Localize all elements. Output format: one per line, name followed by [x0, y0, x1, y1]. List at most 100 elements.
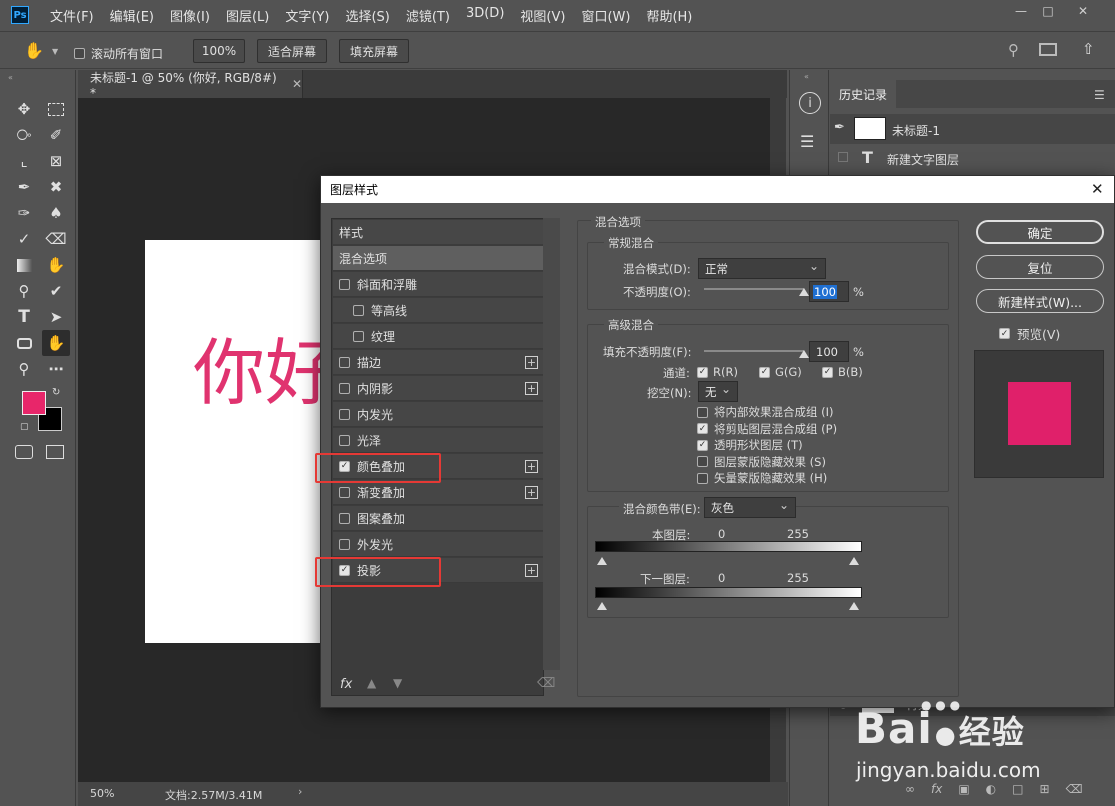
- link-layers-icon[interactable]: ∞: [905, 782, 915, 796]
- step-source-box[interactable]: [838, 152, 848, 162]
- info-panel-icon[interactable]: i: [799, 92, 821, 114]
- advanced-option-checkbox-1[interactable]: ✓: [697, 423, 708, 434]
- close-window-icon[interactable]: ✕: [1068, 0, 1098, 22]
- hand-tool-icon[interactable]: ✋: [42, 330, 70, 356]
- search-icon[interactable]: ⚲: [1008, 41, 1019, 59]
- quick-mask-icon[interactable]: [15, 445, 33, 459]
- hand-tool-icon[interactable]: ✋: [24, 41, 44, 60]
- add-effect-instance-icon[interactable]: +: [525, 486, 538, 499]
- style-row-5[interactable]: 内阴影 +: [333, 376, 543, 401]
- blend-mode-select[interactable]: 正常: [698, 258, 826, 279]
- document-tab[interactable]: 未标题-1 @ 50% (你好, RGB/8#) * ✕: [78, 70, 303, 100]
- advanced-option-checkbox-0[interactable]: [697, 406, 708, 418]
- gradient-tool-icon[interactable]: [12, 254, 36, 276]
- advanced-option-1[interactable]: ✓ 将剪贴图层混合成组 (P): [697, 421, 837, 437]
- style-checkbox-9[interactable]: [339, 486, 350, 498]
- opacity-input[interactable]: 100: [809, 281, 849, 302]
- channel-g-checkbox[interactable]: ✓: [759, 366, 770, 378]
- clone-stamp-tool-icon[interactable]: ♠: [44, 202, 68, 224]
- close-tab-icon[interactable]: ✕: [292, 77, 302, 91]
- maximize-icon[interactable]: □: [1033, 0, 1063, 22]
- menu-item-1[interactable]: 编辑(E): [102, 6, 162, 25]
- style-row-0[interactable]: 混合选项: [333, 246, 543, 271]
- blend-if-select[interactable]: 灰色: [704, 497, 796, 518]
- style-row-2[interactable]: 等高线: [333, 298, 543, 323]
- this-layer-gradient-bar[interactable]: [595, 541, 862, 552]
- screen-mode-icon[interactable]: [46, 445, 64, 459]
- advanced-option-checkbox-3[interactable]: [697, 456, 708, 467]
- fx-icon[interactable]: fx: [931, 782, 942, 796]
- crop-tool-icon[interactable]: ⌞: [12, 150, 36, 172]
- workspace-icon[interactable]: [1039, 43, 1057, 56]
- menu-item-0[interactable]: 文件(F): [42, 6, 102, 25]
- knockout-select[interactable]: 无: [698, 381, 738, 402]
- reset-button[interactable]: 复位: [976, 255, 1104, 279]
- style-row-3[interactable]: 纹理: [333, 324, 543, 349]
- style-checkbox-2[interactable]: [353, 304, 364, 316]
- rectangle-tool-icon[interactable]: [12, 332, 36, 354]
- advanced-option-checkbox-4[interactable]: [697, 472, 708, 484]
- eyedropper-tool-icon[interactable]: ✒: [12, 176, 36, 198]
- menu-item-9[interactable]: 窗口(W): [573, 6, 638, 25]
- tool-preset-chevron-icon[interactable]: ▼: [52, 47, 58, 56]
- advanced-option-3[interactable]: 图层蒙版隐藏效果 (S): [697, 454, 826, 470]
- eraser-tool-icon[interactable]: ⌫: [44, 228, 68, 250]
- menu-item-7[interactable]: 3D(D): [458, 6, 512, 25]
- group-icon[interactable]: □: [1012, 782, 1023, 796]
- menu-item-2[interactable]: 图像(I): [162, 6, 218, 25]
- advanced-option-checkbox-2[interactable]: ✓: [697, 439, 708, 451]
- new-style-button[interactable]: 新建样式(W)...: [976, 289, 1104, 313]
- share-icon[interactable]: ⇧: [1082, 40, 1095, 58]
- style-checkbox-7[interactable]: [339, 434, 350, 446]
- style-row-11[interactable]: 外发光: [333, 532, 543, 557]
- delete-effect-icon[interactable]: ⌫: [537, 676, 555, 691]
- scroll-all-windows-option[interactable]: 滚动所有窗口: [74, 45, 163, 62]
- advanced-option-4[interactable]: 矢量蒙版隐藏效果 (H): [697, 470, 827, 486]
- style-checkbox-4[interactable]: [339, 356, 350, 368]
- style-checkbox-6[interactable]: [339, 408, 350, 420]
- menu-item-6[interactable]: 滤镜(T): [398, 6, 458, 25]
- history-brush-source-icon[interactable]: ✒: [834, 120, 845, 135]
- move-tool-icon[interactable]: ✥: [12, 98, 36, 120]
- add-effect-instance-icon[interactable]: +: [525, 356, 538, 369]
- channel-r[interactable]: ✓ R(R): [697, 365, 738, 379]
- dodge-tool-icon[interactable]: ⚲: [12, 280, 36, 302]
- smudge-tool-icon[interactable]: ✋: [44, 254, 68, 276]
- style-row-1[interactable]: 斜面和浮雕: [333, 272, 543, 297]
- preview-checkbox[interactable]: ✓: [999, 328, 1010, 339]
- channel-g[interactable]: ✓ G(G): [759, 365, 802, 379]
- quick-select-tool-icon[interactable]: ✐: [44, 124, 68, 146]
- lasso-tool-icon[interactable]: ⧂: [12, 124, 36, 146]
- history-snapshot-row[interactable]: ✒ 未标题-1: [830, 114, 1115, 144]
- style-row-9[interactable]: 渐变叠加 +: [333, 480, 543, 505]
- under-layer-white-handle[interactable]: [849, 602, 859, 610]
- history-brush-tool-icon[interactable]: ✓: [12, 228, 36, 250]
- delete-layer-icon[interactable]: ⌫: [1066, 782, 1083, 796]
- opacity-slider[interactable]: [704, 288, 804, 290]
- move-up-icon[interactable]: ▲: [367, 676, 376, 690]
- history-step-row[interactable]: T 新建文字图层: [830, 146, 1115, 170]
- style-row-7[interactable]: 光泽: [333, 428, 543, 453]
- ok-button[interactable]: 确定: [976, 220, 1104, 244]
- advanced-option-0[interactable]: 将内部效果混合成组 (I): [697, 404, 834, 420]
- marquee-tool-icon[interactable]: [44, 98, 68, 120]
- swap-colors-icon[interactable]: ↻: [52, 387, 60, 398]
- foreground-color-swatch[interactable]: [22, 391, 46, 415]
- channel-r-checkbox[interactable]: ✓: [697, 366, 708, 378]
- properties-panel-icon[interactable]: ☰: [800, 132, 814, 151]
- style-row-10[interactable]: 图案叠加: [333, 506, 543, 531]
- fill-opacity-slider-handle[interactable]: [799, 350, 809, 358]
- pen-tool-icon[interactable]: ✔: [44, 280, 68, 302]
- fill-opacity-slider[interactable]: [704, 350, 804, 352]
- move-down-icon[interactable]: ▼: [393, 676, 402, 690]
- status-menu-arrow-icon[interactable]: ›: [298, 785, 302, 798]
- this-layer-white-handle[interactable]: [849, 557, 859, 565]
- menu-item-8[interactable]: 视图(V): [512, 6, 573, 25]
- fill-opacity-input[interactable]: 100: [809, 341, 849, 362]
- collapse-panels-icon[interactable]: «: [804, 72, 809, 81]
- menu-item-4[interactable]: 文字(Y): [277, 6, 337, 25]
- style-checkbox-1[interactable]: [339, 278, 350, 290]
- add-effect-instance-icon[interactable]: +: [525, 564, 538, 577]
- frame-tool-icon[interactable]: ⊠: [44, 150, 68, 172]
- channel-b-checkbox[interactable]: ✓: [822, 366, 833, 378]
